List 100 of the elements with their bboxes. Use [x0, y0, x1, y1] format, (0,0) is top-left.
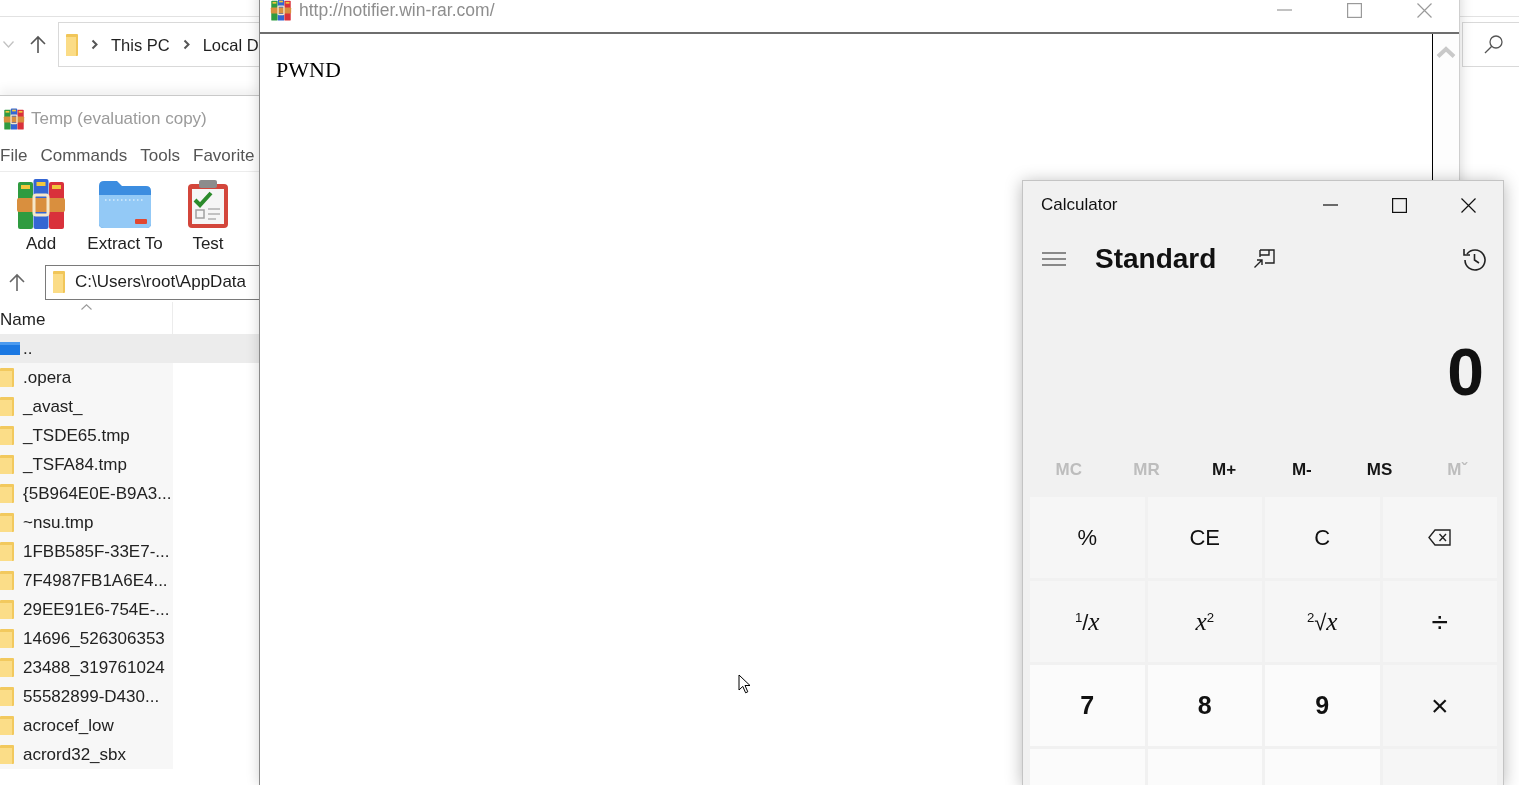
- menu-item[interactable]: Tools: [140, 145, 180, 167]
- calculator-key[interactable]: 8: [1147, 665, 1262, 746]
- parent-folder-icon: [0, 342, 20, 355]
- file-row[interactable]: 14696_526306353: [0, 624, 259, 653]
- books-belt-icon: [17, 178, 65, 230]
- file-name: ..: [23, 338, 33, 359]
- calculator-key[interactable]: CE: [1147, 497, 1262, 578]
- folder-icon: [0, 571, 14, 590]
- folder-icon: [0, 397, 14, 416]
- minimize-icon: [1323, 204, 1338, 206]
- file-row[interactable]: ..: [0, 334, 259, 363]
- toolbar-button[interactable]: Test: [176, 178, 240, 254]
- file-row[interactable]: acrord32_sbx: [0, 740, 259, 769]
- folder-icon: [53, 271, 65, 293]
- window-title: http://notifier.win-rar.com/: [299, 0, 495, 21]
- search-field[interactable]: [1462, 22, 1519, 67]
- folder-icon: [0, 542, 14, 561]
- menu-item[interactable]: Commands: [40, 145, 128, 167]
- file-name: .opera: [23, 367, 72, 388]
- folder-icon: [0, 484, 14, 503]
- clipboard-check-icon: [186, 178, 230, 230]
- file-name: {5B964E0E-B9A3...: [23, 483, 172, 504]
- calculator-key[interactable]: $^{2}$√x: [1265, 581, 1380, 662]
- calculator-key[interactable]: C: [1265, 497, 1380, 578]
- breadcrumb-item[interactable]: Local D: [202, 33, 259, 56]
- up-arrow-icon[interactable]: [30, 35, 46, 54]
- file-row[interactable]: _TSDE65.tmp: [0, 421, 259, 450]
- folder-icon: [97, 178, 153, 230]
- menu-icon[interactable]: [1042, 252, 1066, 266]
- memory-button[interactable]: MS: [1340, 449, 1419, 491]
- toolbar-button[interactable]: Add: [8, 178, 74, 254]
- file-row[interactable]: _avast_: [0, 392, 259, 421]
- chevron-right-icon: [91, 39, 98, 50]
- file-name: 29EE91E6-754E-...: [23, 599, 170, 620]
- page-text: PWND: [276, 57, 341, 82]
- calculator-key[interactable]: x$^{2}$: [1147, 581, 1262, 662]
- file-row[interactable]: .opera: [0, 363, 259, 392]
- calculator-key[interactable]: [1382, 497, 1497, 578]
- file-row[interactable]: _TSFA84.tmp: [0, 450, 259, 479]
- file-row[interactable]: 29EE91E6-754E-...: [0, 595, 259, 624]
- file-name: _TSDE65.tmp: [23, 425, 130, 446]
- keep-on-top-icon[interactable]: [1253, 249, 1276, 269]
- calculator-key[interactable]: $^{1}$/x: [1030, 581, 1145, 662]
- dropdown-chevron-icon[interactable]: [3, 41, 14, 48]
- sort-caret-icon: [80, 304, 92, 310]
- maximize-icon: [1346, 2, 1362, 18]
- calculator-key[interactable]: 7: [1030, 665, 1145, 746]
- maximize-icon: [1392, 197, 1407, 213]
- calculator-key[interactable]: %: [1030, 497, 1145, 578]
- folder-icon: [66, 33, 78, 56]
- folder-icon: [0, 716, 14, 735]
- up-arrow-icon[interactable]: [8, 272, 26, 292]
- file-name: 55582899-D430...: [23, 686, 160, 707]
- memory-button[interactable]: M-: [1263, 449, 1341, 491]
- folder-icon: [0, 600, 14, 619]
- file-name: 1FBB585F-33E7-...: [23, 541, 170, 562]
- mode-title: Standard: [1095, 243, 1217, 275]
- file-name: 23488_319761024: [23, 657, 165, 678]
- app-logo-icon: [270, 0, 292, 21]
- window-title: Calculator: [1041, 195, 1118, 215]
- file-name: _TSFA84.tmp: [23, 454, 127, 475]
- file-name: 14696_526306353: [23, 628, 165, 649]
- scroll-up-icon: [1436, 46, 1456, 58]
- menu-item[interactable]: Favorite: [193, 145, 255, 167]
- folder-icon: [0, 745, 14, 764]
- file-row[interactable]: acrocef_low: [0, 711, 259, 740]
- search-icon: [1484, 35, 1503, 54]
- calculator-key[interactable]: 9: [1265, 665, 1380, 746]
- mouse-pointer-icon: [738, 674, 751, 694]
- app-logo-icon: [2, 107, 26, 130]
- chevron-right-icon: [182, 39, 190, 50]
- toolbar-button[interactable]: Extract To: [82, 178, 168, 254]
- display-value: 0: [1447, 339, 1484, 405]
- memory-button[interactable]: M+: [1185, 449, 1263, 491]
- file-row[interactable]: {5B964E0E-B9A3...: [0, 479, 259, 508]
- backspace-icon: [1428, 529, 1452, 546]
- file-name: acrord32_sbx: [23, 744, 126, 765]
- calculator-key[interactable]: ÷: [1382, 581, 1497, 662]
- file-name: 7F4987FB1A6E4...: [23, 570, 168, 591]
- file-row[interactable]: 23488_319761024: [0, 653, 259, 682]
- address-field[interactable]: This PC Local D: [58, 22, 259, 67]
- file-row[interactable]: 7F4987FB1A6E4...: [0, 566, 259, 595]
- folder-icon: [0, 629, 14, 648]
- calculator-key[interactable]: ×: [1382, 665, 1497, 746]
- folder-icon: [0, 426, 14, 445]
- close-icon: [1416, 2, 1432, 18]
- file-row[interactable]: ~nsu.tmp: [0, 508, 259, 537]
- folder-icon: [0, 658, 14, 677]
- history-icon[interactable]: [1462, 246, 1487, 272]
- file-name: ~nsu.tmp: [23, 512, 94, 533]
- window-title: Temp (evaluation copy): [31, 108, 207, 129]
- menu-item[interactable]: File: [0, 145, 28, 167]
- folder-icon: [0, 513, 14, 532]
- scrollbar[interactable]: [1432, 34, 1459, 180]
- file-name: _avast_: [23, 396, 83, 417]
- path-field[interactable]: C:\Users\root\AppData: [45, 264, 259, 300]
- breadcrumb-item[interactable]: This PC: [111, 33, 170, 56]
- file-row[interactable]: 55582899-D430...: [0, 682, 259, 711]
- file-row[interactable]: 1FBB585F-33E7-...: [0, 537, 259, 566]
- folder-icon: [0, 368, 14, 387]
